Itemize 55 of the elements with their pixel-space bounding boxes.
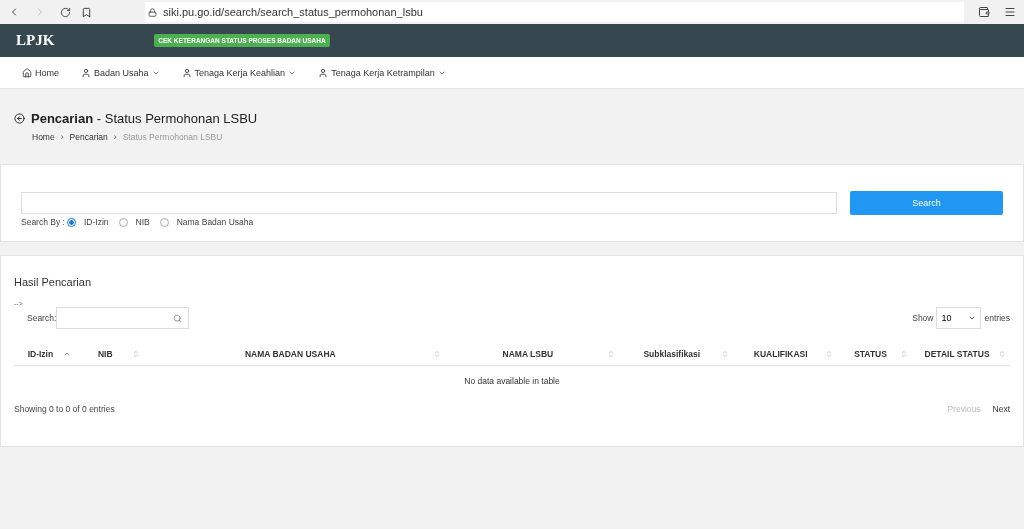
reload-icon[interactable] — [60, 6, 71, 18]
page-size-select[interactable]: 10 — [936, 307, 982, 329]
wallet-icon[interactable] — [978, 6, 990, 18]
radio-button[interactable] — [159, 217, 169, 227]
radio-label[interactable]: ID-Izin — [83, 217, 109, 227]
sort-icon — [998, 350, 1006, 358]
column-header[interactable]: DETAIL STATUS — [916, 349, 998, 359]
search-field[interactable] — [21, 192, 837, 214]
sort-icon — [720, 350, 729, 358]
home-icon — [22, 67, 32, 78]
column-header[interactable]: ID-Izin — [18, 349, 63, 359]
radio-label[interactable]: NIB — [135, 217, 150, 227]
nav-item[interactable]: Tenaga Kerja Ketrampilan — [318, 67, 446, 78]
chevron-icon — [968, 314, 977, 322]
show-label: Show — [912, 313, 934, 323]
column-header[interactable]: NIB — [78, 349, 132, 359]
sort-icon — [824, 350, 833, 358]
radio-label[interactable]: Nama Badan Usaha — [176, 217, 254, 227]
breadcrumb-item[interactable]: Home — [32, 132, 55, 142]
column-header[interactable]: NAMA BADAN USAHA — [147, 349, 433, 359]
back-icon[interactable] — [14, 113, 25, 124]
column-header[interactable]: KUALIFIKASI — [736, 349, 825, 359]
entries-label: entries — [984, 313, 1010, 323]
search-icon — [173, 313, 183, 323]
breadcrumb-separator: › — [60, 132, 64, 142]
search-by-label: Search By : — [21, 217, 65, 227]
breadcrumb-separator: › — [113, 132, 117, 142]
nav-item[interactable]: Home — [22, 67, 59, 78]
lock-icon — [148, 7, 157, 17]
menu-icon[interactable] — [1004, 6, 1016, 18]
sort-icon — [432, 350, 441, 358]
sort-icon — [606, 350, 615, 358]
column-header[interactable]: NAMA LSBU — [448, 349, 607, 359]
nav-item[interactable]: Tenaga Kerja Keahlian — [181, 67, 297, 78]
next-link[interactable]: Next — [992, 404, 1010, 414]
column-header[interactable]: Subklasifikasi — [622, 349, 721, 359]
filter-field[interactable] — [56, 307, 190, 329]
person-icon — [181, 67, 192, 78]
person-icon — [318, 67, 329, 78]
column-header[interactable]: STATUS — [840, 349, 901, 359]
radio-button[interactable] — [66, 217, 76, 227]
sort-icon — [900, 350, 909, 358]
sort-ascending-icon — [62, 350, 71, 358]
sort-icon — [131, 350, 140, 358]
empty-message: No data available in table — [464, 376, 560, 386]
nav-item[interactable]: Badan Usaha — [81, 67, 160, 78]
logo[interactable]: LPJK — [16, 32, 55, 49]
table-info: Showing 0 to 0 of 0 entries — [14, 404, 115, 414]
bookmark-icon[interactable] — [81, 6, 92, 18]
page-title: Pencarian - Status Permohonan LSBU — [31, 111, 258, 126]
person-icon — [81, 67, 91, 78]
breadcrumb-item[interactable]: Pencarian — [69, 132, 108, 142]
filter-label: Search: — [27, 313, 57, 323]
results-title: Hasil Pencarian — [14, 276, 93, 288]
radio-button[interactable] — [118, 217, 128, 227]
